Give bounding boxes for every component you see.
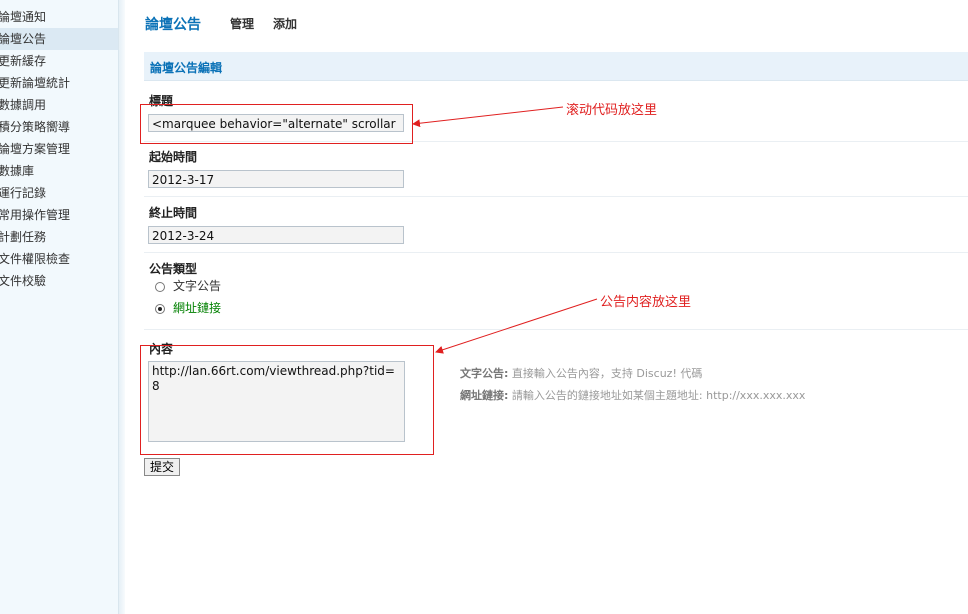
sidebar-item-data-call[interactable]: 數據調用 xyxy=(0,94,118,116)
type-option-text[interactable]: 文字公告 xyxy=(155,278,221,294)
help-link-label: 網址鏈接: xyxy=(460,389,509,402)
radio-unchecked-icon[interactable] xyxy=(155,281,165,292)
sidebar-item-forum-schemes[interactable]: 論壇方案管理 xyxy=(0,138,118,160)
divider xyxy=(144,196,968,197)
sidebar-item-update-cache[interactable]: 更新緩存 xyxy=(0,50,118,72)
section-title: 論壇公告編輯 xyxy=(150,61,223,75)
sidebar: 論壇通知 論壇公告 更新緩存 更新論壇統計 數據調用 積分策略嚮導 論壇方案管理… xyxy=(0,0,118,614)
submit-button[interactable]: 提交 xyxy=(144,458,180,476)
annotation-box-title xyxy=(140,104,413,144)
sidebar-item-common-ops[interactable]: 常用操作管理 xyxy=(0,204,118,226)
section-header: 論壇公告編輯 xyxy=(144,52,968,81)
type-label: 公告類型 xyxy=(149,262,198,276)
radio-checked-icon[interactable] xyxy=(155,303,165,314)
sidebar-menu: 論壇通知 論壇公告 更新緩存 更新論壇統計 數據調用 積分策略嚮導 論壇方案管理… xyxy=(0,6,118,292)
arrow-to-content xyxy=(435,298,598,354)
annotation-arrows xyxy=(412,106,598,354)
end-time-label: 終止時間 xyxy=(149,206,198,220)
sidebar-divider xyxy=(118,0,125,614)
add-link[interactable]: 添加 xyxy=(273,15,297,32)
sidebar-item-forum-announcement[interactable]: 論壇公告 xyxy=(0,28,118,50)
sidebar-item-file-verify[interactable]: 文件校驗 xyxy=(0,270,118,292)
divider xyxy=(144,252,968,253)
manage-link[interactable]: 管理 xyxy=(230,15,254,32)
sidebar-item-database[interactable]: 數據庫 xyxy=(0,160,118,182)
sidebar-item-forum-notice[interactable]: 論壇通知 xyxy=(0,6,118,28)
sidebar-item-update-stats[interactable]: 更新論壇統計 xyxy=(0,72,118,94)
type-option-link-label: 網址鏈接 xyxy=(173,301,222,315)
start-time-input[interactable]: 2012-3-17 xyxy=(148,170,404,188)
annotation-content-note: 公告内容放这里 xyxy=(600,295,692,310)
arrow-to-title xyxy=(412,106,564,128)
type-option-link[interactable]: 網址鏈接 xyxy=(155,300,221,316)
help-text-announcement: 文字公告: 直接輸入公告內容，支持 Discuz! 代碼 xyxy=(460,365,702,381)
annotation-box-content xyxy=(140,345,434,455)
start-time-label: 起始時間 xyxy=(149,150,198,164)
help-text-label: 文字公告: xyxy=(460,367,509,380)
sidebar-item-file-permissions[interactable]: 文件權限檢查 xyxy=(0,248,118,270)
help-link-announcement: 網址鏈接: 請輸入公告的鏈接地址如某個主題地址: http://xxx.xxx.… xyxy=(460,387,805,403)
help-link-desc: 請輸入公告的鏈接地址如某個主題地址: http://xxx.xxx.xxx xyxy=(511,389,806,402)
sidebar-item-run-log[interactable]: 運行記錄 xyxy=(0,182,118,204)
sidebar-item-scheduled-tasks[interactable]: 計劃任務 xyxy=(0,226,118,248)
page-title: 論壇公告 xyxy=(145,17,201,33)
annotation-title-note: 滚动代码放这里 xyxy=(566,103,658,118)
end-time-input[interactable]: 2012-3-24 xyxy=(148,226,404,244)
type-option-text-label: 文字公告 xyxy=(173,279,222,293)
help-text-desc: 直接輸入公告內容，支持 Discuz! 代碼 xyxy=(511,367,703,380)
divider xyxy=(144,329,968,330)
sidebar-item-credits-wizard[interactable]: 積分策略嚮導 xyxy=(0,116,118,138)
